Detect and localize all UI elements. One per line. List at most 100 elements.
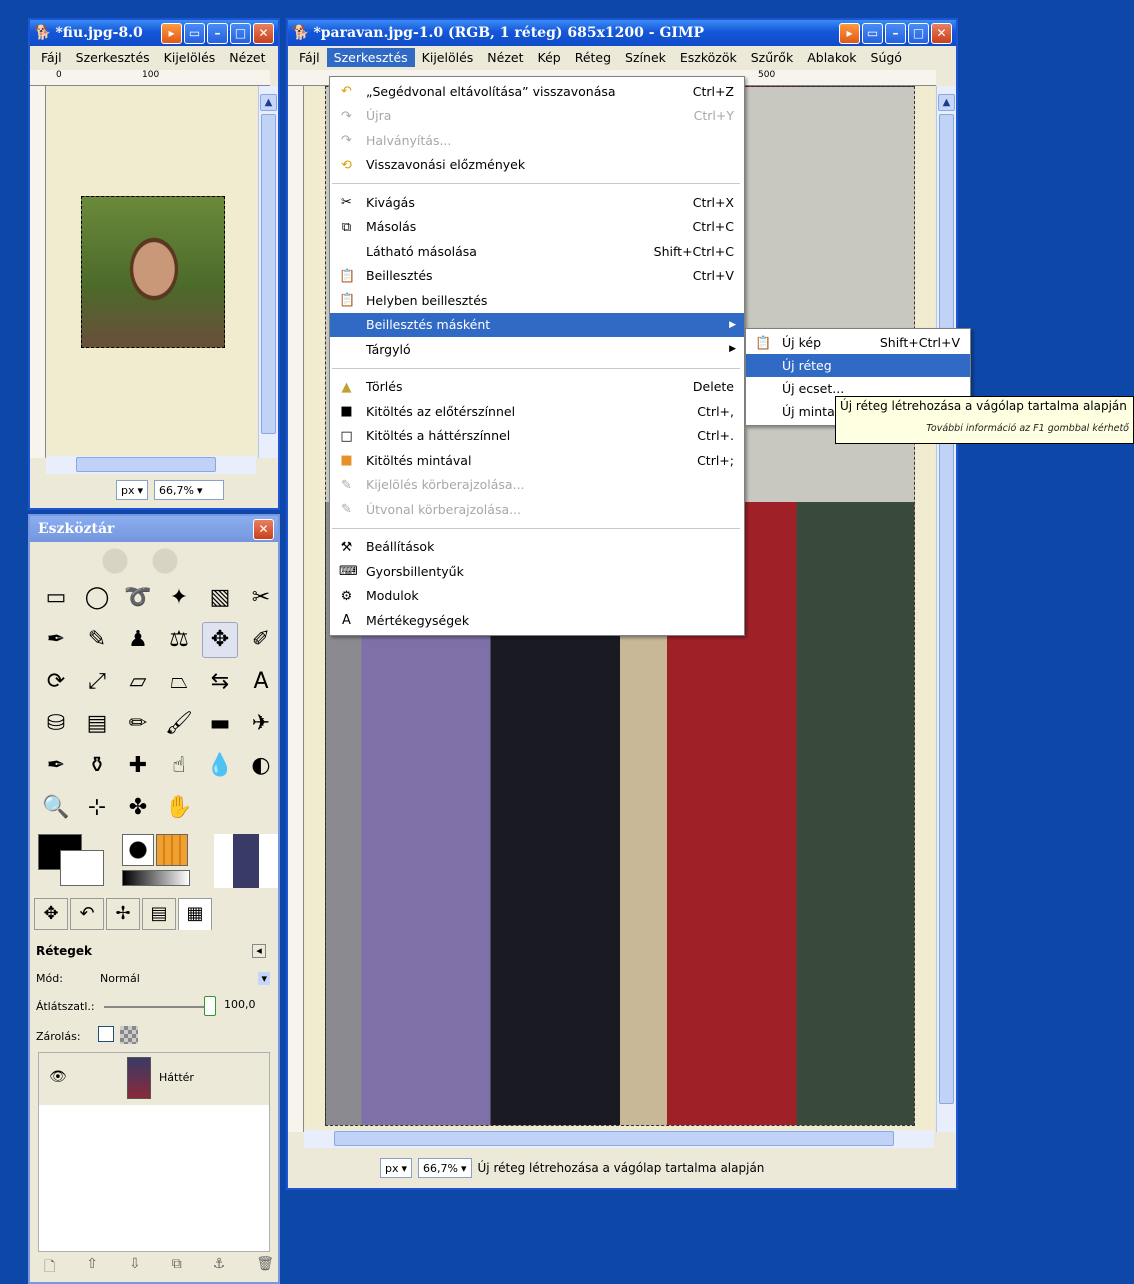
eye-icon[interactable]: 👁 xyxy=(49,1069,67,1085)
paintbrush-tool-icon[interactable]: 🖌 xyxy=(161,706,197,742)
opacity-slider[interactable] xyxy=(104,1006,208,1008)
paravan-hscrollbar[interactable] xyxy=(304,1130,934,1148)
minimize-button[interactable]: – xyxy=(885,22,906,44)
edit-menu-item[interactable]: 📋 Beillesztés Ctrl+V xyxy=(330,264,744,289)
clone-tool-icon[interactable]: ⚱ xyxy=(79,748,115,784)
edit-menu-item[interactable]: ⧉ Másolás Ctrl+C xyxy=(330,215,744,240)
fiu-canvas[interactable] xyxy=(47,86,257,458)
scroll-thumb[interactable] xyxy=(261,114,276,434)
unit-combo[interactable]: px ▾ xyxy=(380,1158,413,1178)
fiu-titlebar[interactable]: 🐕 *fiu.jpg-8.0 ▸ ▭ – □ ✕ xyxy=(30,20,278,46)
close-button[interactable]: ✕ xyxy=(253,518,274,540)
ellipse-select-tool-icon[interactable]: ◯ xyxy=(79,580,115,616)
foreground-select-tool-icon[interactable]: ✤ xyxy=(120,790,156,826)
menu-3[interactable]: Nézet xyxy=(480,48,530,67)
menu-9[interactable]: Ablakok xyxy=(800,48,863,67)
edit-menu-item[interactable]: ⚙ Modulok xyxy=(330,584,744,609)
rect-select-tool-icon[interactable]: ▭ xyxy=(38,580,74,616)
close-button[interactable]: ✕ xyxy=(253,22,274,44)
raise-layer-icon[interactable]: ⇧ xyxy=(86,1256,98,1280)
menu-4[interactable]: Kép xyxy=(531,48,568,67)
restore-icon[interactable]: ▭ xyxy=(862,22,883,44)
measure-tool-icon[interactable]: ⚖ xyxy=(161,622,197,658)
move-tool-icon[interactable]: ✥ xyxy=(202,622,238,658)
bucket-fill-tool-icon[interactable]: ⛁ xyxy=(38,706,74,742)
convolve-tool-icon[interactable]: 💧 xyxy=(202,748,238,784)
fuzzy-select-tool-icon[interactable]: ✦ xyxy=(161,580,197,616)
lock-pixels-checkbox[interactable] xyxy=(98,1026,114,1042)
zoom-combo[interactable]: 66,7% ▾ xyxy=(154,480,225,500)
menu-1[interactable]: Szerkesztés xyxy=(69,48,157,67)
menu-icon[interactable]: ▸ xyxy=(161,22,182,44)
paravan-titlebar[interactable]: 🐕 *paravan.jpg-1.0 (RGB, 1 réteg) 685x12… xyxy=(288,20,956,46)
edit-menu-item[interactable]: ✎ Kijelölés körberajzolása... xyxy=(330,473,744,498)
ink-tool-icon[interactable]: ✒ xyxy=(38,748,74,784)
menu-5[interactable]: Réteg xyxy=(568,48,618,67)
select-by-color-tool-icon[interactable]: ▧ xyxy=(202,580,238,616)
color-picker-tool-icon[interactable]: ✎ xyxy=(79,622,115,658)
scroll-thumb[interactable] xyxy=(76,457,216,472)
active-image-thumbnail[interactable] xyxy=(214,834,278,888)
edit-menu-item[interactable]: Tárgyló ▶ xyxy=(330,337,744,362)
blend-tool-icon[interactable]: ▤ xyxy=(79,706,115,742)
channels-tab[interactable]: ▤ xyxy=(142,898,176,930)
rotate-tool-icon[interactable]: ⟳ xyxy=(38,664,74,700)
align-tool-icon[interactable]: ⊹ xyxy=(79,790,115,826)
zoom-tool-icon[interactable]: 🔍 xyxy=(38,790,74,826)
edit-menu-item[interactable]: ✂ Kivágás Ctrl+X xyxy=(330,190,744,215)
maximize-button[interactable]: □ xyxy=(230,22,251,44)
lasso-tool-icon[interactable]: ➰ xyxy=(120,580,156,616)
close-button[interactable]: ✕ xyxy=(931,22,952,44)
lower-layer-icon[interactable]: ⇩ xyxy=(129,1256,141,1280)
unit-combo[interactable]: px ▾ xyxy=(116,480,149,500)
scroll-thumb[interactable] xyxy=(939,114,954,1104)
paths-tab[interactable]: ✢ xyxy=(106,898,140,930)
minimize-button[interactable]: – xyxy=(207,22,228,44)
edit-menu-item[interactable]: Beillesztés másként ▶ xyxy=(330,312,744,337)
edit-menu-item[interactable]: ⚒ Beállítások xyxy=(330,535,744,560)
edit-menu-item[interactable]: ■ Kitöltés az előtérszínnel Ctrl+, xyxy=(330,399,744,424)
bg-color-swatch[interactable] xyxy=(60,850,104,886)
edit-menu-item[interactable]: ✎ Útvonal körberajzolása... xyxy=(330,497,744,522)
panel-menu-icon[interactable]: ◂ xyxy=(252,944,266,958)
zoom-combo[interactable]: 66,7% ▾ xyxy=(418,1158,472,1178)
layers-tab[interactable]: ▦ xyxy=(178,898,212,930)
menu-10[interactable]: Súgó xyxy=(864,48,909,67)
gradient-preview[interactable] xyxy=(122,870,190,886)
pencil-tool-icon[interactable]: ✏ xyxy=(120,706,156,742)
scroll-up-icon[interactable]: ▲ xyxy=(938,94,955,111)
edit-menu-item[interactable]: ↷ Újra Ctrl+Y xyxy=(330,104,744,129)
flip-tool-icon[interactable]: ⇆ xyxy=(202,664,238,700)
mode-combo[interactable]: Normál ▾ xyxy=(96,968,274,988)
menu-3[interactable]: Nézet xyxy=(222,48,272,67)
scroll-up-icon[interactable]: ▲ xyxy=(260,94,277,111)
menu-6[interactable]: Színek xyxy=(618,48,673,67)
restore-icon[interactable]: ▭ xyxy=(184,22,205,44)
airbrush-tool-icon[interactable]: ✈ xyxy=(243,706,279,742)
free-select-tool-icon[interactable]: ✋ xyxy=(161,790,197,826)
menu-8[interactable]: Szűrők xyxy=(744,48,800,67)
edit-menu-item[interactable]: 📋 Helyben beillesztés xyxy=(330,288,744,313)
edit-menu-item[interactable]: ↶ „Segédvonal eltávolítása” visszavonása C… xyxy=(330,79,744,104)
opacity-handle[interactable] xyxy=(204,996,216,1016)
edit-menu-item[interactable]: ⌨ Gyorsbillentyűk xyxy=(330,559,744,584)
eraser-tool-icon[interactable]: ▬ xyxy=(202,706,238,742)
edit-menu-item[interactable]: □ Kitöltés a háttérszínnel Ctrl+. xyxy=(330,424,744,449)
scissors-tool-icon[interactable]: ✂ xyxy=(243,580,279,616)
brush-preview[interactable] xyxy=(122,834,154,866)
menu-2[interactable]: Kijelölés xyxy=(415,48,481,67)
fiu-hscrollbar[interactable] xyxy=(46,456,256,474)
menu-2[interactable]: Kijelölés xyxy=(157,48,223,67)
delete-layer-icon[interactable]: 🗑 xyxy=(256,1256,274,1280)
edit-menu-item[interactable]: ▲ Törlés Delete xyxy=(330,375,744,400)
menu-7[interactable]: Eszközök xyxy=(673,48,744,67)
toolbox-titlebar[interactable]: Eszköztár ✕ xyxy=(30,516,278,542)
text-tool-icon[interactable]: A xyxy=(243,664,279,700)
scale-tool-icon[interactable]: ⤢ xyxy=(79,664,115,700)
undo-tab[interactable]: ↶ xyxy=(70,898,104,930)
menu-1[interactable]: Szerkesztés xyxy=(326,47,415,67)
clone-stamp-tool-icon[interactable]: ♟ xyxy=(120,622,156,658)
layer-row[interactable]: 👁 Háttér xyxy=(39,1053,269,1105)
crop-tool-icon[interactable]: ✐ xyxy=(243,622,279,658)
dodge-tool-icon[interactable]: ◐ xyxy=(243,748,279,784)
